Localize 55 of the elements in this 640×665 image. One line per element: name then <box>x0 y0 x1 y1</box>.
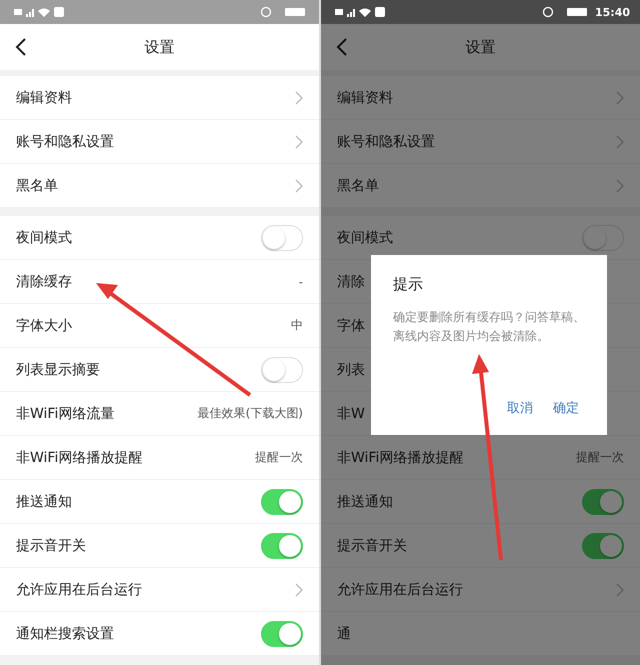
setting-label[interactable]: 编辑资料 <box>337 88 393 106</box>
setting-label[interactable]: 字体大小 <box>16 316 72 334</box>
setting-label[interactable]: 非WiFi网络流量 <box>16 404 114 422</box>
chevron-icon[interactable] <box>616 134 624 148</box>
toggle-switch[interactable] <box>261 356 303 382</box>
setting-label[interactable]: 非W <box>337 404 365 422</box>
toggle-switch[interactable] <box>582 532 624 558</box>
toggle-switch[interactable] <box>582 224 624 250</box>
setting-label[interactable]: 账号和隐私设置 <box>16 132 114 150</box>
setting-label[interactable]: 非WiFi网络播放提醒 <box>337 448 464 466</box>
chevron-icon[interactable] <box>616 178 624 192</box>
chevron-icon[interactable] <box>295 178 303 192</box>
setting-label[interactable]: 列表显示摘要 <box>16 360 100 378</box>
toggle-switch[interactable] <box>261 532 303 558</box>
toggle-switch[interactable] <box>261 620 303 646</box>
setting-value: - <box>298 274 303 288</box>
dialog-button[interactable]: 确定 <box>547 395 585 421</box>
setting-label[interactable]: 允许应用在后台运行 <box>337 580 463 598</box>
toggle-switch[interactable] <box>261 224 303 250</box>
setting-label[interactable]: 通知栏搜索设置 <box>16 624 114 642</box>
setting-value: 中 <box>291 317 303 334</box>
setting-label[interactable]: 夜间模式 <box>337 228 393 246</box>
chevron-icon[interactable] <box>616 90 624 104</box>
dialog-button[interactable]: 取消 <box>501 395 539 421</box>
setting-label[interactable]: 提示音开关 <box>16 536 86 554</box>
setting-label[interactable]: 编辑资料 <box>16 88 72 106</box>
setting-label[interactable]: 非WiFi网络播放提醒 <box>16 448 142 466</box>
setting-label[interactable]: 通 <box>337 624 351 642</box>
setting-label[interactable]: 推送通知 <box>16 492 72 510</box>
chevron-icon[interactable] <box>295 134 303 148</box>
dialog-message: 确定要删除所有缓存吗？问答草稿、离线内容及图片均会被清除。 <box>393 309 585 346</box>
setting-label[interactable]: 夜间模式 <box>16 228 72 246</box>
setting-value: 提醒一次 <box>255 449 303 466</box>
setting-label[interactable]: 黑名单 <box>337 176 379 194</box>
setting-label[interactable]: 提示音开关 <box>337 536 407 554</box>
toggle-switch[interactable] <box>261 488 303 514</box>
status-time: 15:40 <box>594 6 630 18</box>
dialog-title: 提示 <box>393 275 424 294</box>
setting-label[interactable]: 字体 <box>337 316 365 334</box>
setting-label[interactable]: 推送通知 <box>337 492 393 510</box>
setting-label[interactable]: 账号和隐私设置 <box>337 132 435 150</box>
chevron-icon[interactable] <box>295 582 303 596</box>
toggle-switch[interactable] <box>582 488 624 514</box>
chevron-icon[interactable] <box>616 582 624 596</box>
page-title: 设置 <box>144 38 174 56</box>
setting-label[interactable]: 清除 <box>337 272 365 290</box>
back-icon[interactable] <box>14 37 28 57</box>
page-title: 设置 <box>466 38 496 56</box>
setting-value: 最佳效果(下载大图) <box>198 405 303 422</box>
setting-value: 提醒一次 <box>576 449 624 466</box>
setting-label[interactable]: 清除缓存 <box>16 272 72 290</box>
chevron-icon[interactable] <box>295 90 303 104</box>
setting-label[interactable]: 允许应用在后台运行 <box>16 580 142 598</box>
setting-label[interactable]: 列表 <box>337 360 365 378</box>
setting-label[interactable]: 黑名单 <box>16 176 58 194</box>
